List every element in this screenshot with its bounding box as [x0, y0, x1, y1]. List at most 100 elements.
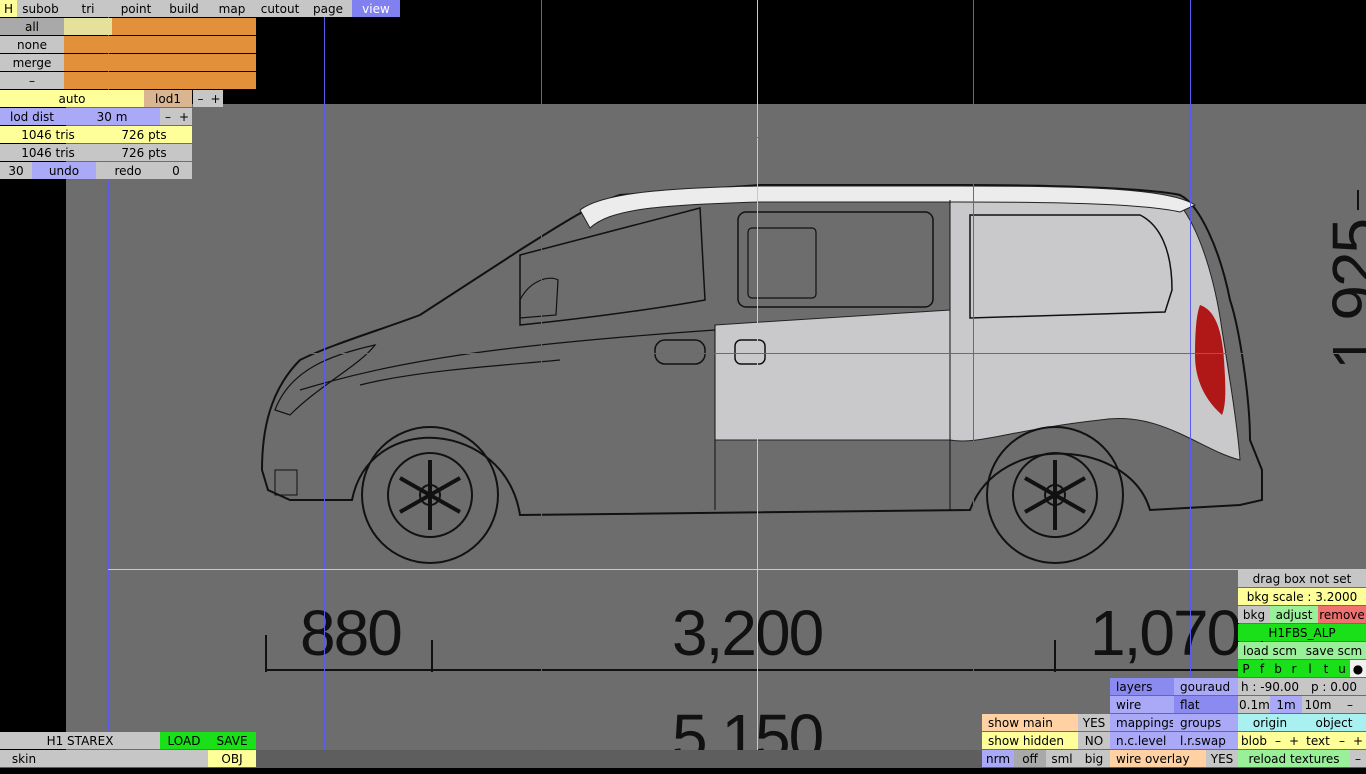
text-minus-button[interactable]: – — [1334, 732, 1350, 749]
lod-auto-button[interactable]: auto — [0, 90, 144, 107]
grid-cell[interactable] — [208, 72, 256, 89]
guide-line[interactable] — [541, 0, 542, 768]
groups-button[interactable]: groups — [1174, 714, 1238, 731]
guide-line[interactable] — [108, 137, 1366, 138]
flag-u-button[interactable]: u — [1334, 660, 1350, 677]
lod-plus-button[interactable]: + — [208, 90, 223, 107]
show-main-value[interactable]: YES — [1078, 714, 1110, 731]
flag-b-button[interactable]: b — [1270, 660, 1286, 677]
redo-button[interactable]: redo — [96, 162, 160, 179]
save-scm-button[interactable]: save scm — [1302, 642, 1366, 659]
select-none-button[interactable]: none — [0, 36, 64, 53]
text-button[interactable]: text — [1302, 732, 1334, 749]
lod-level-button[interactable]: lod1 — [144, 90, 192, 107]
texture-name[interactable]: H1FBS_ALP — [1238, 624, 1366, 641]
save-button[interactable]: SAVE — [208, 732, 256, 749]
adjust-button[interactable]: adjust — [1270, 606, 1318, 623]
origin-button[interactable]: origin — [1238, 714, 1302, 731]
nc-level-button[interactable]: n.c.level — [1110, 732, 1174, 749]
guide-line[interactable] — [1190, 0, 1191, 768]
load-button[interactable]: LOAD — [160, 732, 208, 749]
step-1m-button[interactable]: 1m — [1270, 696, 1302, 713]
guide-line[interactable] — [324, 0, 325, 768]
select-all-button[interactable]: all — [0, 18, 64, 35]
heading-value[interactable]: h : -90.00 — [1238, 678, 1302, 695]
grid-cell[interactable] — [208, 18, 256, 35]
grid-cell[interactable] — [208, 54, 256, 71]
lod-dist-value[interactable]: 30 m — [64, 108, 160, 125]
guide-line[interactable] — [108, 353, 1366, 354]
bkg-scale-field[interactable]: bkg scale : 3.2000 — [1238, 588, 1366, 605]
minus-button[interactable]: – — [0, 72, 64, 89]
flag-l-button[interactable]: l — [1302, 660, 1318, 677]
remove-button[interactable]: remove — [1318, 606, 1366, 623]
load-scm-button[interactable]: load scm — [1238, 642, 1302, 659]
merge-button[interactable]: merge — [0, 54, 64, 71]
size-off-button[interactable]: off — [1014, 750, 1046, 767]
grid-cell[interactable] — [160, 72, 208, 89]
guide-line-center[interactable] — [757, 0, 758, 768]
grid-cell[interactable] — [112, 18, 160, 35]
grid-cell[interactable] — [160, 18, 208, 35]
grid-cell[interactable] — [64, 18, 112, 35]
size-sml-button[interactable]: sml — [1046, 750, 1078, 767]
layers-button[interactable]: layers — [1110, 678, 1174, 695]
show-hidden-value[interactable]: NO — [1078, 732, 1110, 749]
menu-map[interactable]: map — [208, 0, 256, 17]
grid-cell[interactable] — [160, 54, 208, 71]
flag-f-button[interactable]: f — [1254, 660, 1270, 677]
reload-textures-button[interactable]: reload textures — [1238, 750, 1350, 767]
guide-line[interactable] — [973, 0, 974, 768]
lod-minus-button[interactable]: – — [193, 90, 208, 107]
grid-cell[interactable] — [64, 54, 112, 71]
step-10m-button[interactable]: 10m — [1302, 696, 1334, 713]
wire-overlay-button[interactable]: wire overlay — [1110, 750, 1206, 767]
step-01m-button[interactable]: 0.1m — [1238, 696, 1270, 713]
menu-build[interactable]: build — [160, 0, 208, 17]
pitch-value[interactable]: p : 0.00 — [1302, 678, 1366, 695]
mappings-button[interactable]: mappings — [1110, 714, 1174, 731]
menu-h[interactable]: H — [0, 0, 17, 17]
blob-minus-button[interactable]: – — [1270, 732, 1286, 749]
blob-button[interactable]: blob — [1238, 732, 1270, 749]
model-name-field[interactable]: H1 STAREX — [0, 732, 160, 749]
text-plus-button[interactable]: + — [1350, 732, 1366, 749]
menu-subob[interactable]: subob — [17, 0, 64, 17]
grid-cell[interactable] — [160, 36, 208, 53]
grid-cell[interactable] — [112, 54, 160, 71]
lod-dist-plus-button[interactable]: + — [176, 108, 192, 125]
show-main-button[interactable]: show main — [982, 714, 1078, 731]
wire-button[interactable]: wire — [1110, 696, 1174, 713]
step-minus-button[interactable]: – — [1334, 696, 1366, 713]
menu-cutout[interactable]: cutout — [256, 0, 304, 17]
flag-p-button[interactable]: P — [1238, 660, 1254, 677]
flag-dot-button[interactable]: ● — [1350, 660, 1366, 677]
guide-line-ground[interactable] — [108, 569, 1366, 570]
grid-cell[interactable] — [64, 36, 112, 53]
grid-cell[interactable] — [112, 72, 160, 89]
menu-page[interactable]: page — [304, 0, 352, 17]
flag-t-button[interactable]: t — [1318, 660, 1334, 677]
lr-swap-button[interactable]: l.r.swap — [1174, 732, 1238, 749]
flat-button[interactable]: flat — [1174, 696, 1238, 713]
show-hidden-button[interactable]: show hidden — [982, 732, 1078, 749]
menu-view[interactable]: view — [352, 0, 400, 17]
size-nrm-button[interactable]: nrm — [982, 750, 1014, 767]
gouraud-button[interactable]: gouraud — [1174, 678, 1238, 695]
grid-cell[interactable] — [112, 36, 160, 53]
lod-dist-minus-button[interactable]: – — [160, 108, 176, 125]
bkg-button[interactable]: bkg — [1238, 606, 1270, 623]
flag-r-button[interactable]: r — [1286, 660, 1302, 677]
undo-button[interactable]: undo — [32, 162, 96, 179]
size-big-button[interactable]: big — [1078, 750, 1110, 767]
menu-tri[interactable]: tri — [64, 0, 112, 17]
reload-minus-button[interactable]: – — [1350, 750, 1366, 767]
grid-cell[interactable] — [208, 36, 256, 53]
skin-field[interactable] — [48, 750, 208, 767]
object-button[interactable]: object — [1302, 714, 1366, 731]
grid-cell[interactable] — [64, 72, 112, 89]
blob-plus-button[interactable]: + — [1286, 732, 1302, 749]
wire-overlay-value[interactable]: YES — [1206, 750, 1238, 767]
obj-button[interactable]: OBJ — [208, 750, 256, 767]
menu-point[interactable]: point — [112, 0, 160, 17]
